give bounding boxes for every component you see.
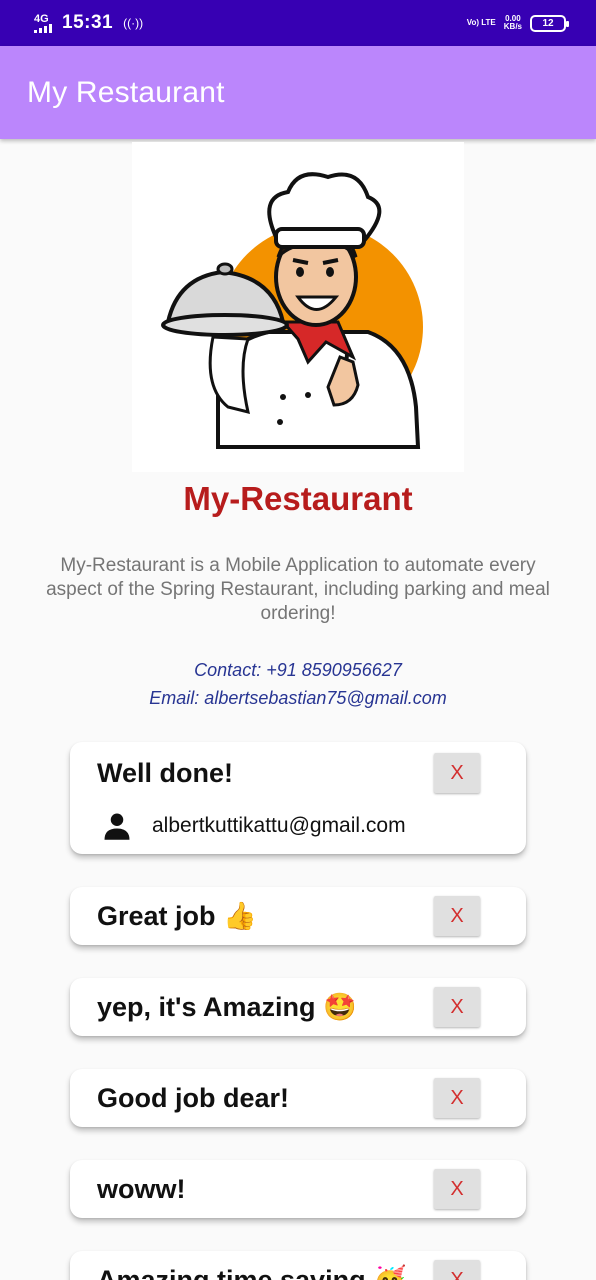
signal-icon <box>34 23 52 33</box>
delete-review-button[interactable]: X <box>434 896 480 936</box>
review-card: woww! X <box>70 1160 526 1218</box>
review-card: Well done! X albertkuttikattu@gmail.com <box>70 742 526 854</box>
contact-phone[interactable]: Contact: +91 8590956627 <box>0 656 596 684</box>
delete-review-button[interactable]: X <box>434 753 480 793</box>
review-text: woww! <box>97 1173 186 1204</box>
review-text: Well done! <box>97 757 234 788</box>
delete-review-button[interactable]: X <box>434 1260 480 1280</box>
network-type: 4G <box>34 12 49 25</box>
review-card: Great job 👍 X <box>70 887 526 945</box>
review-author: albertkuttikattu@gmail.com <box>97 802 499 854</box>
review-text: Good job dear! <box>97 1082 289 1113</box>
status-bar: 4G 15:31 ((·)) Vo) LTE 0.00 KB/s 12 <box>0 0 596 46</box>
speed-unit: KB/s <box>503 22 522 31</box>
chef-logo-image <box>132 142 464 472</box>
delete-review-button[interactable]: X <box>434 1078 480 1118</box>
app-bar: My Restaurant <box>0 46 596 139</box>
delete-review-button[interactable]: X <box>434 1169 480 1209</box>
clock: 15:31 <box>62 12 114 33</box>
volte-indicator: Vo) LTE <box>466 18 496 27</box>
review-card: yep, it's Amazing 🤩 X <box>70 978 526 1036</box>
review-card: Amazing time saving 🥳 X <box>70 1251 526 1280</box>
author-email: albertkuttikattu@gmail.com <box>152 814 406 837</box>
app-title: My Restaurant <box>27 75 225 109</box>
battery-icon: 12 <box>530 14 569 32</box>
person-icon <box>104 813 130 840</box>
delete-review-button[interactable]: X <box>434 987 480 1027</box>
chef-illustration <box>161 172 423 449</box>
app-description: My-Restaurant is a Mobile Application to… <box>46 555 550 624</box>
network-speed: 0.00 KB/s <box>504 15 522 31</box>
contact-info: Contact: +91 8590956627 Email: albertseb… <box>0 656 596 712</box>
review-text: yep, it's Amazing 🤩 <box>97 992 357 1022</box>
network-indicator: 4G <box>34 12 52 33</box>
review-text: Great job 👍 <box>97 901 257 931</box>
hotspot-icon: ((·)) <box>123 16 144 30</box>
review-list: Well done! X albertkuttikattu@gmail.com … <box>70 742 526 1280</box>
review-text: Amazing time saving 🥳 <box>97 1265 407 1280</box>
brand-title: My-Restaurant <box>183 480 413 517</box>
contact-email[interactable]: Email: albertsebastian75@gmail.com <box>0 684 596 712</box>
battery-level: 12 <box>542 17 554 29</box>
review-card: Good job dear! X <box>70 1069 526 1127</box>
